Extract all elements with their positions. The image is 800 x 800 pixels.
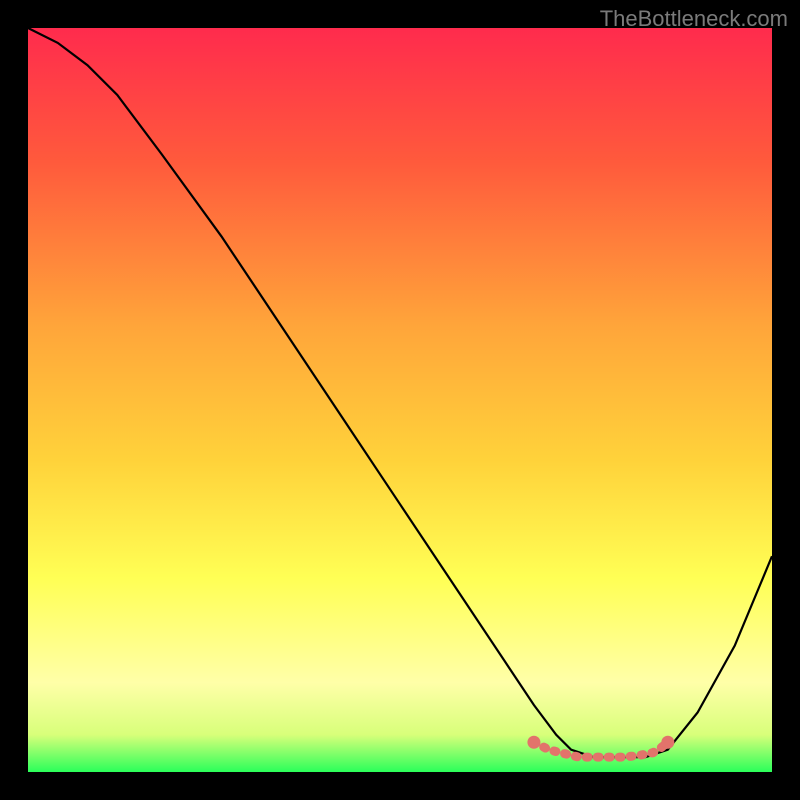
bottleneck-curve-line <box>28 28 772 757</box>
watermark-text: TheBottleneck.com <box>600 6 788 32</box>
chart-plot-area <box>28 28 772 772</box>
optimal-band-dots <box>527 736 674 757</box>
chart-lines-layer <box>28 28 772 772</box>
